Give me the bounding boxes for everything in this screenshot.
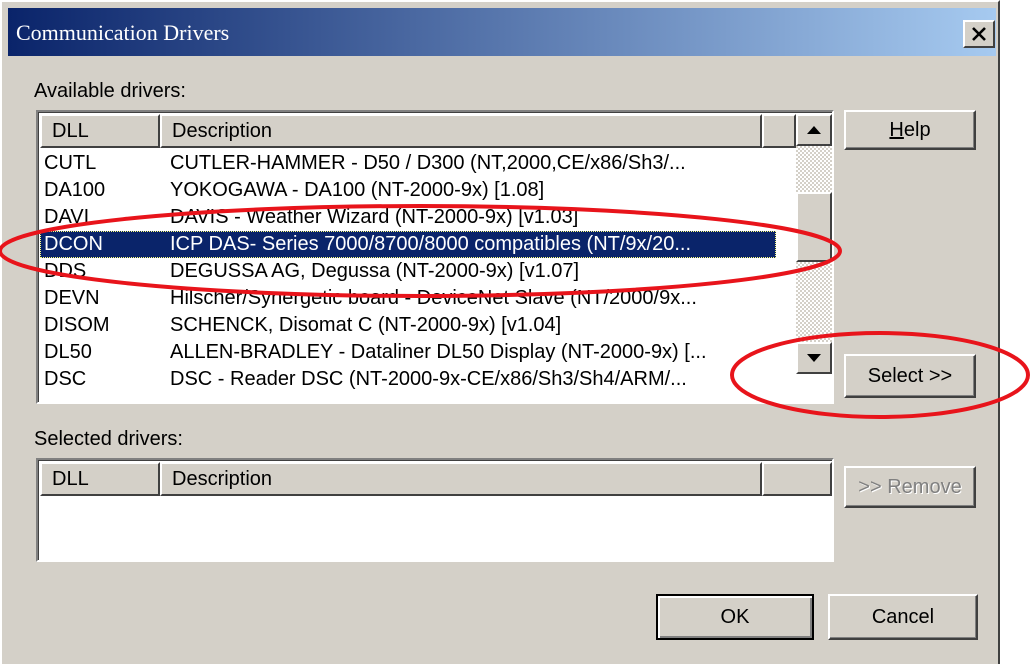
scroll-down-button[interactable] [796, 342, 832, 374]
column-header-dll[interactable]: DLL [40, 114, 160, 148]
title-bar[interactable]: Communication Drivers [8, 8, 996, 56]
row-dll: DISOM [44, 314, 110, 336]
selected-drivers-label: Selected drivers: [34, 428, 183, 450]
scroll-up-arrow-icon [807, 126, 821, 134]
row-dll: CUTL [44, 152, 97, 174]
driver-row-cutl[interactable]: CUTL CUTLER-HAMMER - D50 / D300 (NT,2000,… [40, 150, 776, 177]
column-header-empty [762, 114, 796, 148]
row-dll: DCON [44, 233, 103, 255]
selected-drivers-list[interactable]: DLL Description [36, 458, 834, 562]
help-label-rest: elp [903, 118, 931, 141]
driver-row-dds[interactable]: DDS DEGUSSA AG, Degussa (NT-2000-9x) [v1.… [40, 258, 776, 285]
help-label: Help [889, 119, 930, 142]
column-header-dll[interactable]: DLL [40, 462, 160, 496]
ok-button[interactable]: OK [656, 594, 814, 640]
scroll-thumb[interactable] [796, 192, 832, 262]
row-dll: DL50 [44, 341, 92, 363]
close-icon [972, 27, 986, 41]
driver-row-da100[interactable]: DA100 YOKOGAWA - DA100 (NT-2000-9x) [1.08… [40, 177, 776, 204]
column-header-description[interactable]: Description [160, 462, 762, 496]
row-description: Hilscher/Synergetic board - DeviceNet Sl… [170, 287, 697, 309]
driver-row-dcon-selected[interactable]: DCON ICP DAS- Series 7000/8700/8000 compa… [40, 231, 776, 258]
driver-row-disom[interactable]: DISOM SCHENCK, Disomat C (NT-2000-9x) [v1… [40, 312, 776, 339]
available-drivers-list[interactable]: DLL Description CUTL CUTLER-HAMMER - D50 … [36, 110, 834, 404]
row-dll: DAVI [44, 206, 90, 228]
row-description: DSC - Reader DSC (NT-2000-9x-CE/x86/Sh3/… [170, 368, 687, 390]
remove-button[interactable]: >> Remove [844, 466, 976, 508]
column-header-empty [762, 462, 832, 496]
select-button[interactable]: Select >> [844, 354, 976, 398]
row-dll: DDS [44, 260, 87, 282]
help-button[interactable]: Help [844, 110, 976, 150]
row-description: YOKOGAWA - DA100 (NT-2000-9x) [1.08] [170, 179, 545, 201]
driver-rows: CUTL CUTLER-HAMMER - D50 / D300 (NT,2000,… [40, 150, 776, 393]
row-description: SCHENCK, Disomat C (NT-2000-9x) [v1.04] [170, 314, 562, 336]
scroll-down-arrow-icon [807, 354, 821, 362]
cancel-button[interactable]: Cancel [828, 594, 978, 640]
row-dll: DSC [44, 368, 87, 390]
row-dll: DA100 [44, 179, 106, 201]
window-title: Communication Drivers [16, 20, 230, 45]
available-drivers-label: Available drivers: [34, 80, 186, 102]
row-description: DAVIS - Weather Wizard (NT-2000-9x) [v1.… [170, 206, 579, 228]
help-mnemonic: H [889, 118, 904, 141]
row-description: CUTLER-HAMMER - D50 / D300 (NT,2000,CE/x… [170, 152, 686, 174]
row-dll: DEVN [44, 287, 100, 309]
communication-drivers-dialog: Communication Drivers Available drivers:… [0, 0, 1000, 664]
driver-row-dl50[interactable]: DL50 ALLEN-BRADLEY - Dataliner DL50 Displ… [40, 339, 776, 366]
row-description: ALLEN-BRADLEY - Dataliner DL50 Display (… [170, 341, 707, 363]
driver-row-devn[interactable]: DEVN Hilscher/Synergetic board - DeviceNe… [40, 285, 776, 312]
close-button[interactable] [963, 20, 995, 48]
vertical-scrollbar[interactable] [796, 114, 832, 374]
driver-row-dsc[interactable]: DSC DSC - Reader DSC (NT-2000-9x-CE/x86/S… [40, 366, 776, 393]
row-description: ICP DAS- Series 7000/8700/8000 compatibl… [170, 233, 692, 255]
row-description: DEGUSSA AG, Degussa (NT-2000-9x) [v1.07] [170, 260, 580, 282]
scroll-up-button[interactable] [796, 114, 832, 146]
driver-row-davi[interactable]: DAVI DAVIS - Weather Wizard (NT-2000-9x) … [40, 204, 776, 231]
column-header-description[interactable]: Description [160, 114, 762, 148]
